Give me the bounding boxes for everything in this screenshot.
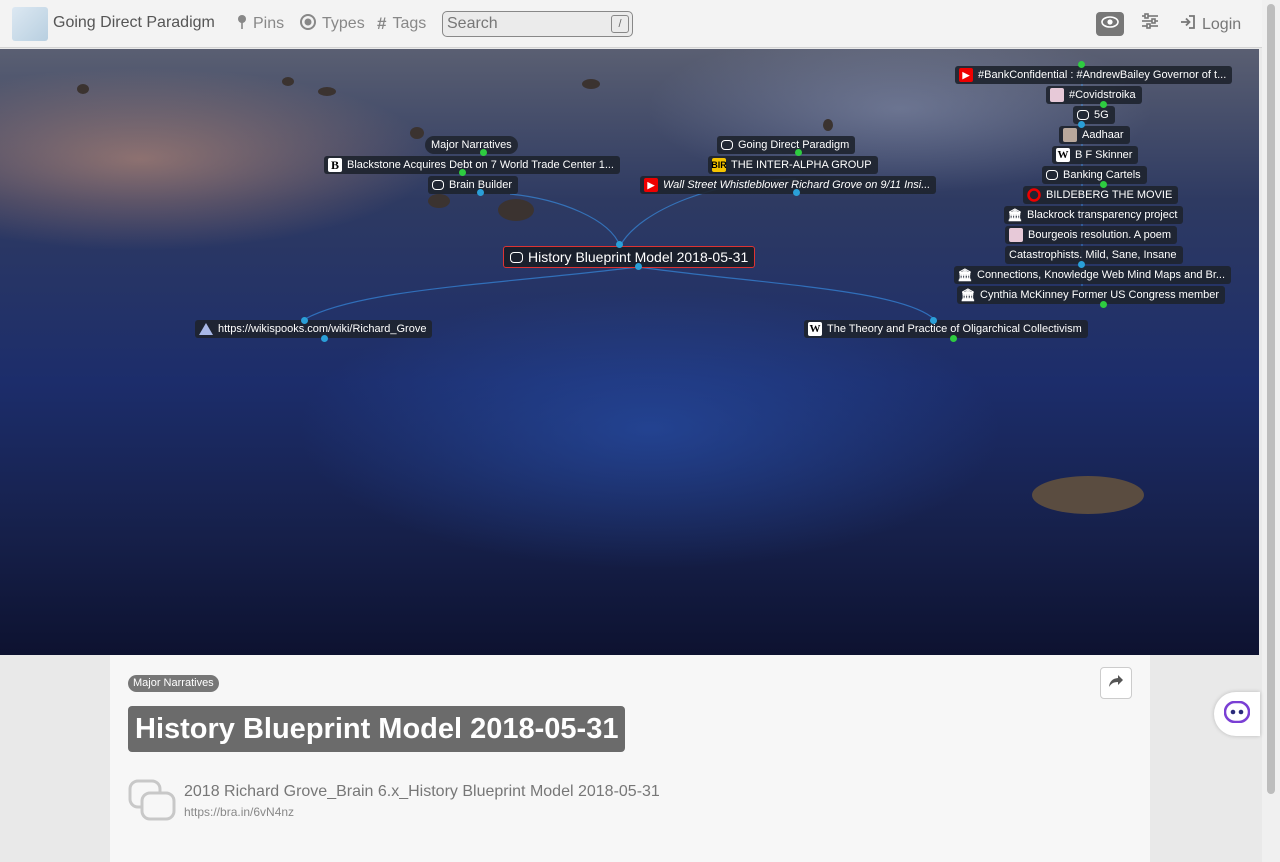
wikipedia-icon: W: [808, 322, 822, 336]
graph-node-active[interactable]: History Blueprint Model 2018-05-31: [503, 246, 756, 268]
pin-icon: [237, 14, 247, 34]
triangle-icon: [199, 322, 213, 336]
graph-node-oligarchical[interactable]: W The Theory and Practice of Oligarchica…: [804, 320, 1088, 338]
graph-node-major-narratives[interactable]: Major Narratives: [425, 136, 518, 154]
thumbnail-icon: [1009, 228, 1023, 242]
bot-face-icon: [1223, 700, 1251, 728]
attachment-name[interactable]: 2018 Richard Grove_Brain 6.x_History Blu…: [184, 783, 660, 801]
assistant-button[interactable]: [1214, 692, 1260, 736]
thought-icon: [721, 140, 733, 150]
link-gate[interactable]: [459, 169, 466, 176]
settings-button[interactable]: [1139, 13, 1161, 35]
graph-node-bf-skinner[interactable]: W B F Skinner: [1052, 146, 1139, 164]
types-icon: [300, 14, 316, 34]
graph-node-wikispooks[interactable]: https://wikispooks.com/wiki/Richard_Grov…: [195, 320, 433, 338]
link-gate[interactable]: [1100, 301, 1107, 308]
graph-node-inter-alpha[interactable]: BIR THE INTER-ALPHA GROUP: [708, 156, 878, 174]
link-gate[interactable]: [1100, 181, 1107, 188]
link-gate[interactable]: [930, 317, 937, 324]
link-gate[interactable]: [1078, 61, 1085, 68]
search-input[interactable]: [442, 11, 633, 37]
sliders-icon: [1141, 13, 1159, 33]
link-gate[interactable]: [477, 189, 484, 196]
link-gate[interactable]: [950, 335, 957, 342]
institution-icon: 🏛: [957, 268, 973, 282]
view-toggle-button[interactable]: [1096, 12, 1124, 36]
hash-icon: #: [377, 14, 387, 33]
login-icon: [1180, 14, 1196, 35]
graph-node-aadhaar[interactable]: Aadhaar: [1059, 126, 1130, 144]
graph-node-bourgeois[interactable]: Bourgeois resolution. A poem: [1005, 226, 1178, 244]
thumbnail-icon: [1063, 128, 1077, 142]
login-label: Login: [1202, 15, 1242, 33]
thought-graph[interactable]: Major Narratives B Blackstone Acquires D…: [0, 49, 1259, 655]
attachment-url[interactable]: https://bra.in/6vN4nz: [184, 805, 294, 819]
search-shortcut-key: /: [611, 15, 629, 33]
institution-icon: 🏛: [960, 288, 976, 302]
red-ring-icon: [1027, 188, 1041, 202]
eye-icon: [1101, 15, 1119, 33]
thought-icon: [1046, 170, 1058, 180]
share-icon: [1108, 674, 1124, 693]
nav-pins-label: Pins: [253, 15, 285, 32]
nav-tags[interactable]: # Tags: [377, 14, 426, 34]
blackstone-logo-icon: B: [328, 158, 342, 172]
link-gate[interactable]: [301, 317, 308, 324]
graph-node-brain-builder[interactable]: Brain Builder: [428, 176, 518, 194]
scrollbar-thumb[interactable]: [1267, 4, 1275, 794]
nav-tags-label: Tags: [392, 15, 427, 32]
youtube-icon: ▶: [959, 68, 973, 82]
link-gate[interactable]: [1078, 121, 1085, 128]
graph-node-banking-cartels[interactable]: Banking Cartels: [1042, 166, 1147, 184]
thought-icon: [128, 779, 178, 823]
graph-node-catastrophists[interactable]: Catastrophists. Mild, Sane, Insane: [1005, 246, 1183, 264]
login-button[interactable]: Login: [1180, 14, 1241, 35]
graph-node-blackrock[interactable]: 🏛 Blackrock transparency project: [1004, 206, 1184, 224]
thumbnail-icon: [1050, 88, 1064, 102]
nav-types-label: Types: [322, 15, 365, 32]
thought-icon: [432, 180, 444, 190]
app-title[interactable]: Going Direct Paradigm: [53, 14, 215, 32]
nav-types[interactable]: Types: [300, 14, 365, 34]
graph-node-cynthia[interactable]: 🏛 Cynthia McKinney Former US Congress me…: [957, 286, 1226, 304]
graph-node-wall-street[interactable]: ▶ Wall Street Whistleblower Richard Grov…: [640, 176, 937, 194]
link-gate[interactable]: [616, 241, 623, 248]
link-gate[interactable]: [793, 189, 800, 196]
page-title: History Blueprint Model 2018-05-31: [128, 706, 626, 752]
link-gate[interactable]: [321, 335, 328, 342]
graph-node-bank-confidential[interactable]: ▶ #BankConfidential : #AndrewBailey Gove…: [955, 66, 1233, 84]
link-gate[interactable]: [635, 263, 642, 270]
page-scrollbar[interactable]: [1262, 0, 1280, 862]
graph-node-bildeberg[interactable]: BILDEBERG THE MOVIE: [1023, 186, 1179, 204]
top-bar: Going Direct Paradigm Pins Types # Tags …: [0, 0, 1262, 48]
thought-icon: [1077, 110, 1089, 120]
brain-logo[interactable]: [12, 7, 48, 41]
link-gate[interactable]: [1100, 101, 1107, 108]
link-gate[interactable]: [795, 149, 802, 156]
link-gate[interactable]: [1078, 261, 1085, 268]
bir-logo-icon: BIR: [711, 158, 727, 172]
graph-node-blackstone[interactable]: B Blackstone Acquires Debt on 7 World Tr…: [324, 156, 620, 174]
thought-panel: Major Narratives History Blueprint Model…: [110, 655, 1150, 862]
thought-icon: [510, 251, 523, 263]
graph-node-connections[interactable]: 🏛 Connections, Knowledge Web Mind Maps a…: [954, 266, 1232, 284]
graph-node-covidstroika[interactable]: #Covidstroika: [1046, 86, 1142, 104]
wikipedia-icon: W: [1056, 148, 1070, 162]
nav-pins[interactable]: Pins: [237, 14, 284, 34]
youtube-icon: ▶: [644, 178, 658, 192]
graph-node-going-direct[interactable]: Going Direct Paradigm: [717, 136, 856, 154]
link-gate[interactable]: [480, 149, 487, 156]
institution-icon: 🏛: [1007, 208, 1023, 222]
parent-tag-pill[interactable]: Major Narratives: [128, 675, 219, 692]
share-button[interactable]: [1100, 667, 1132, 699]
